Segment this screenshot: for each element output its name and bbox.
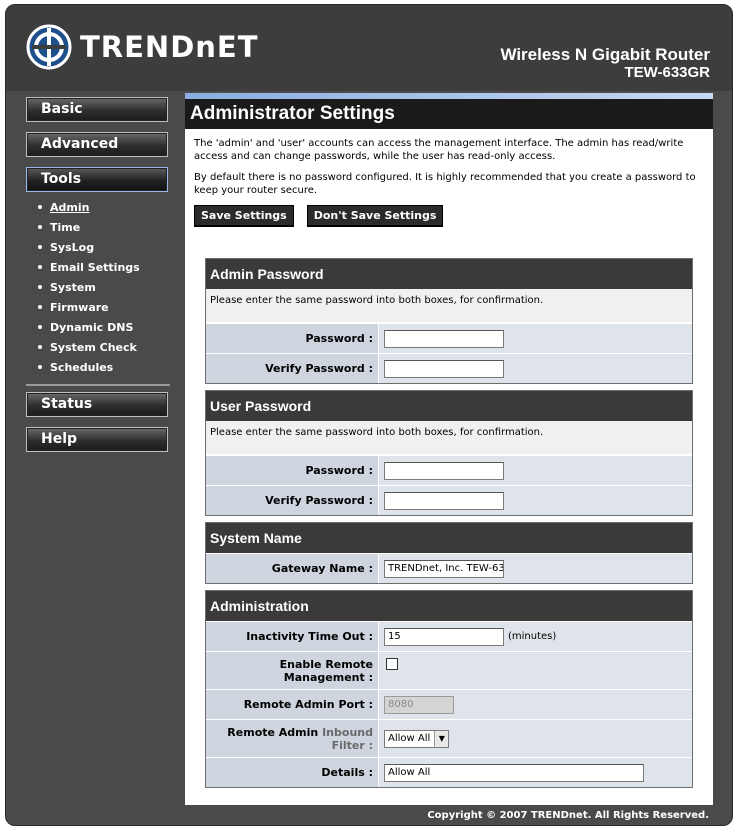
copyright-footer: Copyright © 2007 TRENDnet. All Rights Re… [427, 810, 709, 821]
field-label: Remote Admin Port : [206, 690, 378, 719]
bullet-icon [38, 265, 42, 269]
sidebar-item-syslog[interactable]: SysLog [26, 238, 170, 258]
sidebar-item-firmware[interactable]: Firmware [26, 298, 170, 318]
sidebar-item-dynamic-dns[interactable]: Dynamic DNS [26, 318, 170, 338]
section-note: Please enter the same password into both… [206, 421, 692, 455]
sidebar-item-system[interactable]: System [26, 278, 170, 298]
details-input[interactable]: Allow All [384, 763, 644, 782]
field-label: Verify Password : [206, 486, 378, 515]
bullet-icon [38, 365, 42, 369]
admin-password-section: Admin Password Please enter the same pas… [205, 258, 693, 384]
admin-verify-password-row: Verify Password : [206, 353, 692, 383]
bullet-icon [38, 205, 42, 209]
product-name: Wireless N Gigabit Router [500, 45, 710, 64]
bullet-icon [38, 305, 42, 309]
inactivity-timeout-input[interactable]: 15 [384, 627, 504, 646]
timeout-unit: (minutes) [508, 631, 557, 642]
section-heading: User Password [206, 391, 692, 421]
sidebar-item-system-check[interactable]: System Check [26, 338, 170, 358]
trendnet-logo: TRENDnET [26, 24, 259, 70]
globe-logo-icon [26, 24, 72, 70]
system-name-section: System Name Gateway Name : TRENDnet, Inc… [205, 522, 693, 584]
field-label: Details : [206, 758, 378, 787]
inactivity-timeout-row: Inactivity Time Out : 15 (minutes) [206, 621, 692, 651]
intro-password-text: By default there is no password configur… [194, 172, 696, 196]
nav-tools-button[interactable]: Tools [26, 167, 168, 192]
remote-admin-port-input[interactable]: 8080 [384, 695, 454, 714]
section-heading: System Name [206, 523, 692, 553]
bullet-icon [38, 285, 42, 289]
tools-submenu: Admin Time SysLog Email Settings System … [26, 198, 170, 386]
nav-basic-button[interactable]: Basic [26, 97, 168, 122]
main-content: The 'admin' and 'user' accounts can acce… [185, 129, 713, 805]
sidebar-item-email-settings[interactable]: Email Settings [26, 258, 170, 278]
sidebar: Basic Advanced Tools Admin Time SysLog E… [26, 97, 170, 462]
inbound-filter-select[interactable]: Allow All ▼ [384, 729, 450, 748]
user-password-row: Password : [206, 455, 692, 485]
sidebar-item-admin[interactable]: Admin [26, 198, 170, 218]
admin-password-input[interactable] [384, 329, 504, 348]
save-settings-button[interactable]: Save Settings [194, 205, 294, 227]
field-label: Password : [206, 324, 378, 353]
product-model: TEW-633GR [624, 64, 710, 81]
field-label: Inactivity Time Out : [206, 622, 378, 651]
nav-status-button[interactable]: Status [26, 392, 168, 417]
remote-admin-port-row: Remote Admin Port : 8080 [206, 689, 692, 719]
nav-help-button[interactable]: Help [26, 427, 168, 452]
bullet-icon [38, 345, 42, 349]
field-label: Gateway Name : [206, 554, 378, 583]
product-info: Wireless N Gigabit Router TEW-633GR [500, 45, 710, 81]
nav-advanced-button[interactable]: Advanced [26, 132, 168, 157]
field-label: Enable Remote Management : [279, 657, 373, 684]
bullet-icon [38, 225, 42, 229]
page-title: Administrator Settings [185, 99, 713, 129]
bullet-icon [38, 325, 42, 329]
user-verify-password-input[interactable] [384, 491, 504, 510]
enable-remote-management-checkbox[interactable] [386, 658, 398, 670]
field-label: Remote Admin Inbound Filter : [227, 725, 373, 752]
header: TRENDnET Wireless N Gigabit Router TEW-6… [6, 5, 732, 91]
admin-password-row: Password : [206, 323, 692, 353]
enable-remote-management-row: Enable Remote Management : [206, 651, 692, 689]
chevron-down-icon[interactable]: ▼ [434, 730, 449, 747]
logo-text: TRENDnET [80, 30, 259, 64]
dont-save-settings-button[interactable]: Don't Save Settings [306, 205, 444, 227]
inbound-filter-value: Allow All [388, 733, 431, 744]
remote-admin-inbound-filter-row: Remote Admin Inbound Filter : Allow All … [206, 719, 692, 757]
router-frame: TRENDnET Wireless N Gigabit Router TEW-6… [5, 4, 733, 826]
action-buttons: Save Settings Don't Save Settings [194, 205, 703, 227]
user-password-input[interactable] [384, 461, 504, 480]
section-heading: Administration [206, 591, 692, 621]
gateway-name-row: Gateway Name : TRENDnet, Inc. TEW-63 [206, 553, 692, 583]
bullet-icon [38, 245, 42, 249]
gateway-name-input[interactable]: TRENDnet, Inc. TEW-63 [384, 559, 504, 578]
sidebar-item-schedules[interactable]: Schedules [26, 358, 170, 378]
field-label: Verify Password : [206, 354, 378, 383]
details-row: Details : Allow All [206, 757, 692, 787]
user-password-section: User Password Please enter the same pass… [205, 390, 693, 516]
user-verify-password-row: Verify Password : [206, 485, 692, 515]
intro-accounts-text: The 'admin' and 'user' accounts can acce… [194, 138, 684, 162]
admin-verify-password-input[interactable] [384, 359, 504, 378]
field-label: Password : [206, 456, 378, 485]
section-heading: Admin Password [206, 259, 692, 289]
section-note: Please enter the same password into both… [206, 289, 692, 323]
administration-section: Administration Inactivity Time Out : 15 … [205, 590, 693, 788]
sidebar-item-time[interactable]: Time [26, 218, 170, 238]
